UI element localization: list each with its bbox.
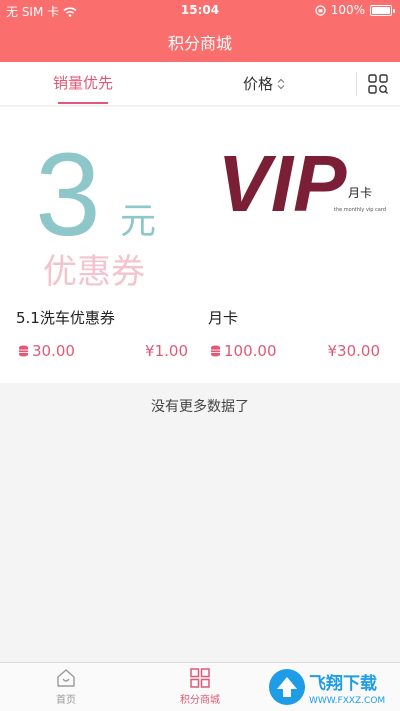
product-points: 30.00	[18, 342, 75, 360]
sort-arrows-icon	[277, 78, 285, 90]
product-name: 5.1洗车优惠券	[16, 309, 115, 327]
product-price: ¥30.00	[327, 342, 381, 360]
points-value: 100.00	[224, 342, 277, 360]
nav-home-label: 首页	[56, 695, 76, 706]
battery-percent: 100%	[330, 3, 365, 17]
product-image-coupon: 3 元 优惠券	[8, 113, 200, 298]
status-bar: 无 SIM 卡 15:04 100%	[0, 0, 400, 22]
product-name: 月卡	[208, 309, 239, 327]
product-card[interactable]: VIP 月卡 the monthly vip card 月卡 100.00 ¥3…	[200, 107, 392, 383]
active-tab-indicator	[58, 102, 108, 104]
home-icon	[57, 669, 75, 687]
product-points: 100.00	[210, 342, 277, 360]
vip-logo-text: VIP	[218, 139, 348, 228]
watermark-text: 飞翔下载	[309, 673, 377, 694]
product-grid: 3 元 优惠券 5.1洗车优惠券 30.00 ¥1.00 VIP 月卡 the …	[0, 107, 400, 383]
product-image-vip: VIP 月卡 the monthly vip card	[200, 113, 392, 298]
tab-divider	[356, 72, 357, 96]
coupon-unit-text: 元	[120, 201, 156, 242]
tab-sales-priority[interactable]: 销量优先	[42, 62, 124, 106]
vip-card-label: 月卡	[348, 186, 372, 200]
product-price: ¥1.00	[145, 342, 188, 360]
nav-item-points-mall[interactable]: 积分商城	[160, 667, 240, 706]
coin-stack-icon	[19, 345, 28, 357]
coin-stack-icon	[211, 345, 220, 357]
coupon-big-number: 3	[35, 129, 101, 261]
coupon-subtext: 优惠券	[43, 252, 145, 292]
page-title: 积分商城	[167, 34, 232, 53]
tab-sales-label: 销量优先	[52, 74, 113, 92]
no-more-data-text: 没有更多数据了	[151, 399, 249, 415]
product-card[interactable]: 3 元 优惠券 5.1洗车优惠券 30.00 ¥1.00	[8, 107, 200, 383]
grid-icon	[190, 668, 210, 688]
grid-view-icon[interactable]	[367, 73, 389, 95]
points-value: 30.00	[32, 342, 75, 360]
orientation-lock-icon	[315, 4, 326, 16]
nav-mall-label: 积分商城	[180, 695, 220, 706]
watermark-url: WWW.FXXZ.COM	[309, 696, 385, 706]
app-header: 无 SIM 卡 15:04 100% 积分商城	[0, 0, 400, 62]
watermark: 飞翔下载 WWW.FXXZ.COM	[269, 669, 385, 706]
tab-price[interactable]: 价格	[243, 62, 285, 106]
tab-price-label: 价格	[243, 75, 274, 93]
battery-icon	[370, 4, 395, 16]
filter-bar: 销量优先 价格	[0, 62, 400, 106]
nav-item-home[interactable]: 首页	[26, 667, 106, 706]
vip-tagline: the monthly vip card	[334, 207, 386, 213]
